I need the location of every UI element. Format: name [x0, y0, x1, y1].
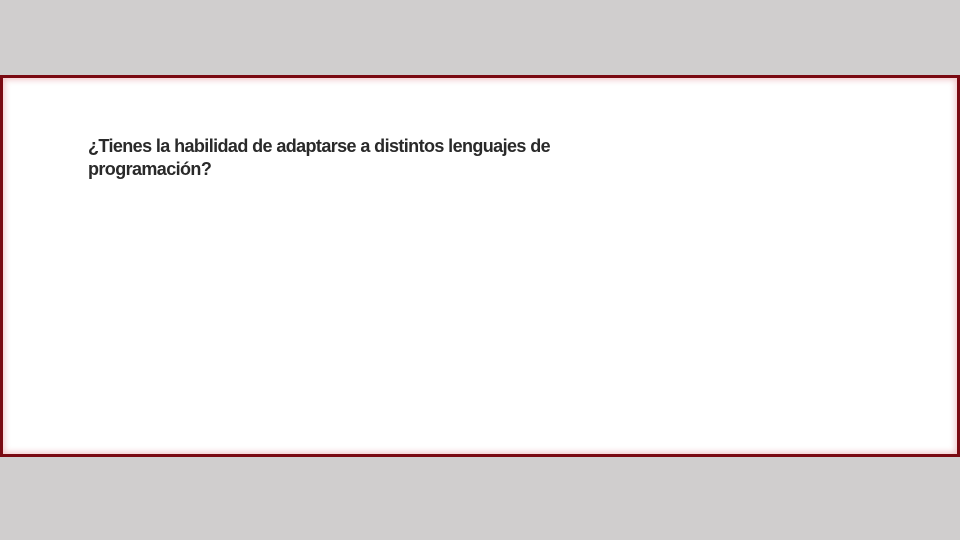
- content-panel: ¿Tienes la habilidad de adaptarse a dist…: [0, 75, 960, 457]
- question-text: ¿Tienes la habilidad de adaptarse a dist…: [88, 136, 551, 179]
- slide-stage: ¿Tienes la habilidad de adaptarse a dist…: [0, 0, 960, 540]
